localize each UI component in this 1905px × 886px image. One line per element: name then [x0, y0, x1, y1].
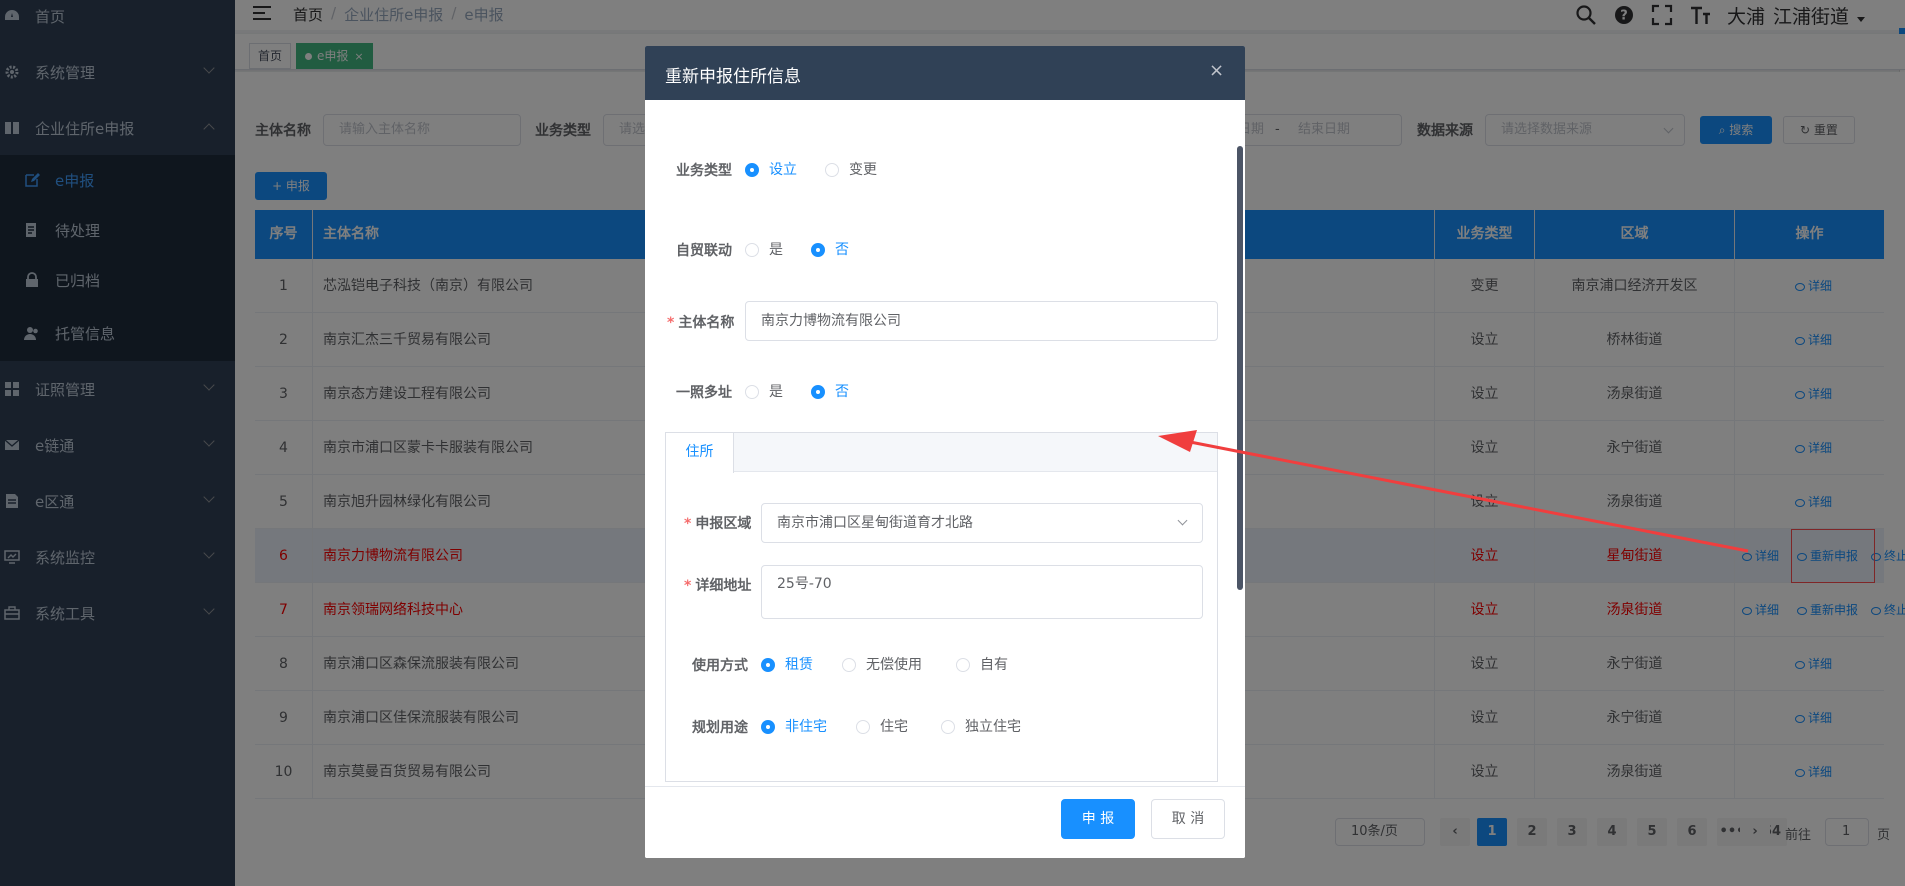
radio-label: 否 [835, 384, 849, 400]
usage-label: 使用方式 [692, 658, 748, 674]
dialog-footer: 申 报 取 消 [645, 786, 1245, 858]
radio-label: 住宅 [880, 719, 908, 735]
business-type-radio-establish[interactable]: 设立 [745, 160, 797, 180]
dialog-header: 重新申报住所信息 × [645, 46, 1245, 100]
planning-label: 规划用途 [692, 720, 748, 736]
planning-radio-residential[interactable]: 住宅 [856, 717, 908, 737]
entity-name-field[interactable]: 南京力博物流有限公司 [745, 301, 1218, 341]
entity-name-field-label: * 主体名称 [667, 315, 735, 331]
multi-address-radio-no[interactable]: 否 [811, 382, 849, 402]
redeclare-dialog: 重新申报住所信息 × 业务类型 设立 变更 自贸联动 是 否 * 主体名称 南京力… [645, 46, 1245, 858]
planning-radio-independent[interactable]: 独立住宅 [941, 717, 1021, 737]
submit-button[interactable]: 申 报 [1061, 799, 1135, 839]
business-type-field-label: 业务类型 [676, 163, 732, 179]
address-tabs: 住所 * 申报区域 南京市浦口区星甸街道育才北路 * 详细地址 25号-70 使用方… [665, 432, 1218, 782]
radio-label: 租赁 [785, 657, 813, 673]
radio-label: 是 [769, 384, 783, 400]
planning-radio-non-residential[interactable]: 非住宅 [761, 717, 827, 737]
usage-radio-free[interactable]: 无偿使用 [842, 655, 922, 675]
radio-label: 非住宅 [785, 719, 827, 735]
ftz-radio-no[interactable]: 否 [811, 240, 849, 260]
dialog-title: 重新申报住所信息 [665, 67, 801, 87]
usage-radio-lease[interactable]: 租赁 [761, 655, 813, 675]
address-label: * 详细地址 [684, 578, 752, 594]
entity-name-label-text: 主体名称 [678, 315, 735, 331]
ftz-radio-yes[interactable]: 是 [745, 240, 783, 260]
address-label-text: 详细地址 [695, 578, 752, 594]
multi-address-label: 一照多址 [676, 385, 732, 401]
close-icon[interactable]: × [1209, 62, 1224, 80]
radio-label: 无偿使用 [866, 657, 922, 673]
radio-label: 变更 [849, 162, 877, 178]
tab-address[interactable]: 住所 [666, 433, 734, 473]
dialog-body: 业务类型 设立 变更 自贸联动 是 否 * 主体名称 南京力博物流有限公司 一照多… [645, 100, 1245, 830]
multi-address-radio-yes[interactable]: 是 [745, 382, 783, 402]
radio-label: 否 [835, 242, 849, 258]
region-select[interactable]: 南京市浦口区星甸街道育才北路 [761, 503, 1203, 543]
region-label: * 申报区域 [684, 516, 752, 532]
region-label-text: 申报区域 [695, 516, 752, 532]
usage-radio-owned[interactable]: 自有 [956, 655, 1008, 675]
radio-label: 设立 [769, 162, 797, 178]
ftz-linkage-label: 自贸联动 [676, 243, 732, 259]
tabs-header: 住所 [666, 433, 1217, 473]
radio-label: 独立住宅 [965, 719, 1021, 735]
dialog-scrollbar[interactable] [1237, 146, 1243, 590]
region-value: 南京市浦口区星甸街道育才北路 [777, 515, 973, 531]
chevron-down-icon [1177, 515, 1188, 526]
radio-label: 自有 [980, 657, 1008, 673]
radio-label: 是 [769, 242, 783, 258]
address-textarea[interactable]: 25号-70 [761, 565, 1203, 619]
cancel-button[interactable]: 取 消 [1151, 799, 1225, 839]
business-type-radio-change[interactable]: 变更 [825, 160, 877, 180]
